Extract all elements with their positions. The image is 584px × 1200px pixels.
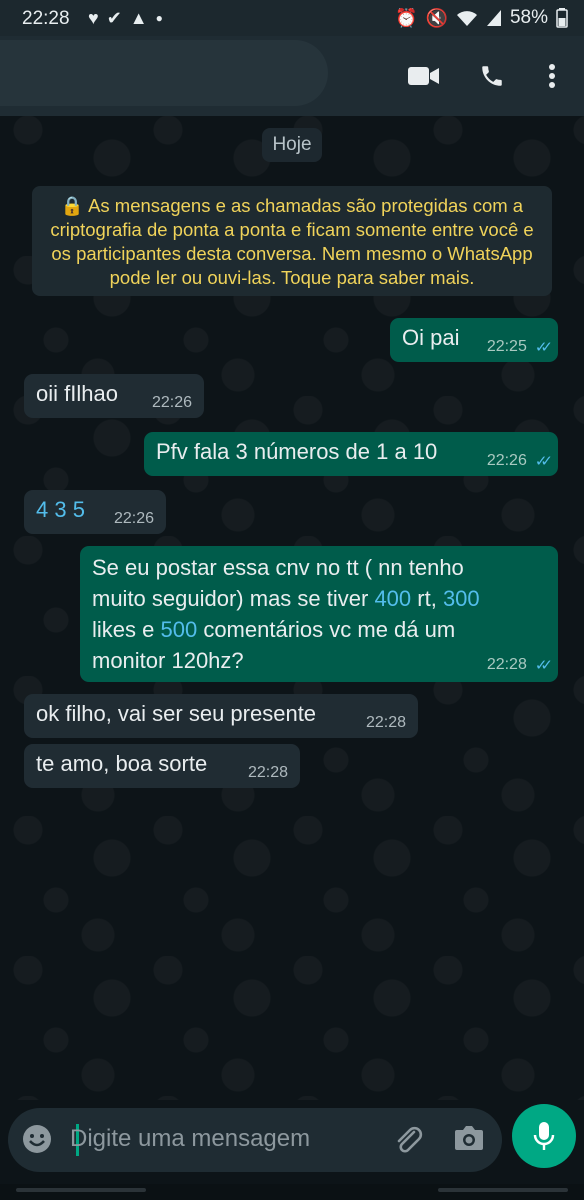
- message-text: oii fIlhao: [36, 381, 118, 406]
- nav-indicator: [16, 1188, 146, 1192]
- message-time: 22:28: [486, 656, 527, 673]
- dot-icon: ●: [155, 11, 163, 25]
- message-bubble-outgoing[interactable]: Pfv fala 3 números de 1 a 10 22:26 ✓✓: [144, 432, 558, 476]
- camera-icon: [455, 1126, 483, 1150]
- status-bar: 22:28 ♥ ✔ ▲ ● ⏰ 🔇 58%: [0, 0, 584, 36]
- message-text: Oi pai: [402, 325, 460, 350]
- message-time: 22:26: [113, 510, 154, 527]
- message-meta: 22:25 ✓✓: [486, 338, 553, 356]
- chat-screen: 22:28 ♥ ✔ ▲ ● ⏰ 🔇 58% Hoje 🔒 As mensagen…: [0, 0, 584, 1200]
- more-options-icon: [549, 64, 555, 88]
- message-text: te amo, boa sorte: [36, 751, 208, 776]
- message-line: likes e 500 comentários vc me dá um: [92, 614, 480, 645]
- message-bubble-incoming[interactable]: te amo, boa sorte 22:28: [24, 744, 300, 788]
- read-ticks-icon: ✓✓: [534, 339, 553, 356]
- message-bubble-incoming[interactable]: 4 3 5 22:26: [24, 490, 166, 534]
- message-text: ok filho, vai ser seu presente: [36, 701, 317, 726]
- attach-icon: [397, 1126, 423, 1153]
- microphone-icon: [533, 1122, 555, 1150]
- message-meta: 22:26 ✓✓: [486, 452, 553, 470]
- date-chip: Hoje: [262, 128, 322, 162]
- message-fragment: likes e: [92, 617, 161, 642]
- message-fragment: comentários vc me dá um: [197, 617, 456, 642]
- battery-level: 58%: [509, 7, 548, 28]
- message-time: 22:26: [486, 452, 527, 469]
- system-nav-bar: [0, 1184, 584, 1200]
- nav-indicator: [438, 1188, 568, 1192]
- notification-icons: ♥ ✔ ▲ ●: [88, 8, 163, 28]
- message-line: Se eu postar essa cnv no tt ( nn tenho: [92, 555, 464, 580]
- more-options-button[interactable]: [532, 56, 572, 96]
- system-icons: ⏰ 🔇 58%: [395, 7, 568, 29]
- message-text: Pfv fala 3 números de 1 a 10: [156, 439, 438, 464]
- download-done-icon: ✔: [106, 8, 122, 28]
- mute-icon: 🔇: [425, 8, 448, 28]
- signal-icon: [486, 10, 501, 26]
- voice-call-button[interactable]: [472, 56, 512, 96]
- chat-header: [0, 36, 584, 116]
- message-line: monitor 120hz?: [92, 648, 244, 673]
- message-bubble-incoming[interactable]: oii fIlhao 22:26: [24, 374, 204, 418]
- emoji-button[interactable]: [22, 1124, 52, 1159]
- attach-button[interactable]: [392, 1124, 424, 1161]
- message-bubble-outgoing[interactable]: Oi pai 22:25 ✓✓: [390, 318, 558, 362]
- wifi-icon: [456, 11, 477, 26]
- message-line: muito seguidor) mas se tiver 400 rt, 300: [92, 583, 480, 614]
- message-bubble-outgoing[interactable]: Se eu postar essa cnv no tt ( nn tenho m…: [80, 546, 558, 682]
- warning-icon: ▲: [129, 8, 148, 28]
- message-input-bar: Digite uma mensagem: [8, 1108, 502, 1172]
- message-time: 22:25: [486, 338, 527, 355]
- phone-number-link: 400: [374, 586, 412, 611]
- read-ticks-icon: ✓✓: [534, 657, 553, 674]
- voice-message-button[interactable]: [512, 1104, 576, 1168]
- message-input[interactable]: Digite uma mensagem: [70, 1125, 310, 1153]
- encryption-notice[interactable]: 🔒 As mensagens e as chamadas são protegi…: [32, 186, 552, 296]
- message-time: 22:28: [365, 714, 406, 731]
- camera-button[interactable]: [454, 1124, 484, 1157]
- message-fragment: muito seguidor) mas se tiver: [92, 586, 375, 611]
- emoji-icon: [23, 1125, 51, 1153]
- phone-number-link: 300: [442, 586, 480, 611]
- alarm-icon: ⏰: [395, 8, 418, 28]
- message-meta: 22:28 ✓✓: [486, 656, 553, 674]
- voice-call-icon: [482, 66, 502, 86]
- message-text: 4 3 5: [36, 497, 85, 522]
- contact-info-redacted[interactable]: [0, 40, 328, 106]
- read-ticks-icon: ✓✓: [534, 453, 553, 470]
- message-bubble-incoming[interactable]: ok filho, vai ser seu presente 22:28: [24, 694, 418, 738]
- message-time: 22:28: [247, 764, 288, 781]
- video-call-icon: [408, 67, 439, 85]
- message-fragment: rt,: [411, 586, 443, 611]
- heart-icon: ♥: [88, 8, 99, 28]
- status-time: 22:28: [22, 8, 70, 29]
- message-time: 22:26: [151, 394, 192, 411]
- video-call-button[interactable]: [404, 56, 444, 96]
- battery-icon: [556, 8, 568, 28]
- message-text: Se eu postar essa cnv no tt ( nn tenho m…: [92, 552, 480, 676]
- phone-number-link: 500: [160, 617, 198, 642]
